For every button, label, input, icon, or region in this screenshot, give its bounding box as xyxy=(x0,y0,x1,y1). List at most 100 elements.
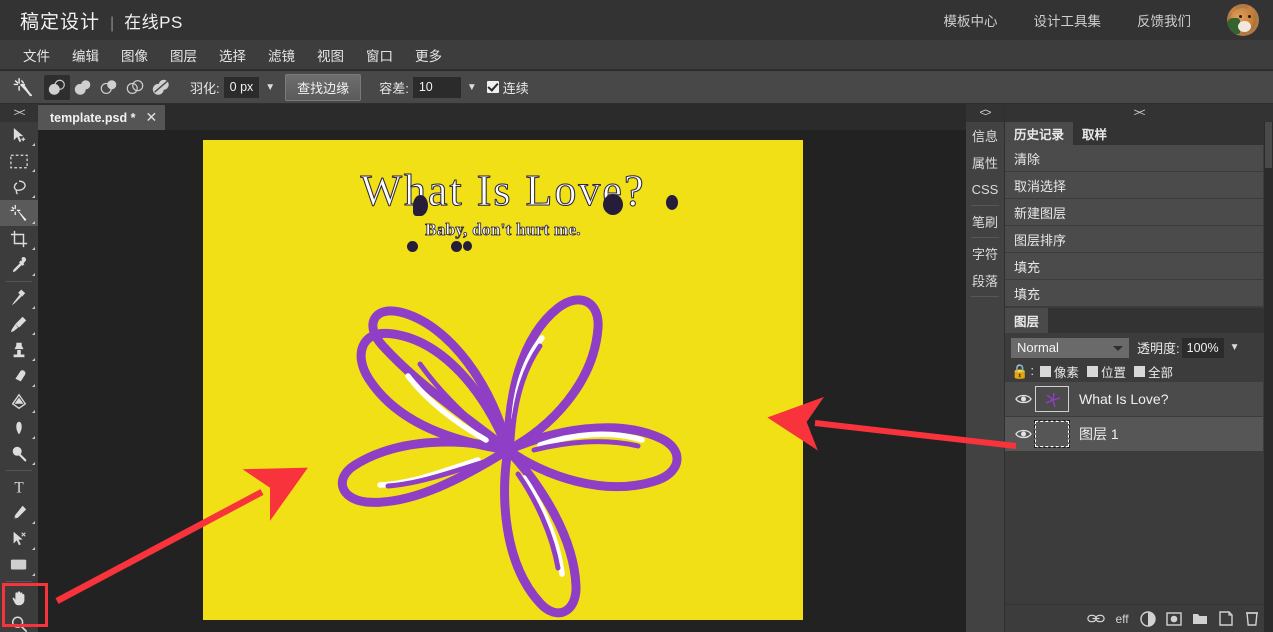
gradient-tool[interactable] xyxy=(0,389,38,415)
shape-tool[interactable] xyxy=(0,552,38,578)
menu-filter[interactable]: 滤镜 xyxy=(257,41,306,69)
menu-view[interactable]: 视图 xyxy=(306,41,355,69)
document-canvas[interactable]: What Is Love? Baby, don't hurt me. xyxy=(203,140,803,620)
tab-history[interactable]: 历史记录 xyxy=(1005,122,1074,145)
lock-all-checkbox[interactable]: 全部 xyxy=(1133,362,1173,381)
selection-mode-subtract[interactable] xyxy=(96,75,122,100)
panel-collapse-button[interactable]: >< xyxy=(1005,104,1273,122)
vertical-tabs-collapse-button[interactable]: <> xyxy=(966,104,1004,122)
feather-dropdown-icon[interactable]: ▼ xyxy=(265,82,275,93)
vtab-properties[interactable]: 属性 xyxy=(966,149,1004,176)
selection-mode-add[interactable] xyxy=(70,75,96,100)
hand-tool[interactable] xyxy=(0,585,38,611)
contiguous-checkbox[interactable]: 连续 xyxy=(486,78,529,97)
menu-more[interactable]: 更多 xyxy=(404,41,453,69)
eraser-tool[interactable] xyxy=(0,363,38,389)
header-link-feedback[interactable]: 反馈我们 xyxy=(1137,10,1191,30)
panel-scrollbar[interactable] xyxy=(1264,122,1273,632)
vtab-paragraph[interactable]: 段落 xyxy=(966,267,1004,294)
header-link-design-toolset[interactable]: 设计工具集 xyxy=(1034,10,1102,30)
tool-options-bar: 羽化: 0 px ▼ 查找边缘 容差: 10 ▼ 连续 xyxy=(0,71,1273,104)
tool-flyout-icon xyxy=(32,169,35,172)
selection-mode-intersect[interactable] xyxy=(122,75,148,100)
link-layers-icon[interactable] xyxy=(1083,608,1109,630)
menu-select[interactable]: 选择 xyxy=(208,41,257,69)
right-dock: <> 信息 属性 CSS 笔刷 字符 段落 >< 历史记录 取样 清除 取消选择… xyxy=(966,104,1273,632)
menu-image[interactable]: 图像 xyxy=(110,41,159,69)
menu-layer[interactable]: 图层 xyxy=(159,41,208,69)
move-tool[interactable] xyxy=(0,122,38,148)
layer-visibility-icon[interactable] xyxy=(1011,428,1035,440)
layer-effects-icon[interactable]: eff xyxy=(1109,608,1135,630)
history-item[interactable]: 填充 xyxy=(1005,253,1263,279)
delete-layer-icon[interactable] xyxy=(1239,608,1265,630)
menu-file[interactable]: 文件 xyxy=(12,41,61,69)
lasso-tool[interactable] xyxy=(0,174,38,200)
new-layer-icon[interactable] xyxy=(1213,608,1239,630)
text-ink-blob xyxy=(451,241,462,252)
blend-mode-select[interactable]: Normal xyxy=(1011,337,1129,358)
vertical-tabs-divider xyxy=(971,205,999,206)
menu-window[interactable]: 窗口 xyxy=(355,41,404,69)
vtab-css[interactable]: CSS xyxy=(966,176,1004,203)
marquee-tool[interactable] xyxy=(0,148,38,174)
magic-wand-tool[interactable] xyxy=(0,200,38,226)
clone-stamp-tool[interactable] xyxy=(0,337,38,363)
tab-layers[interactable]: 图层 xyxy=(1005,308,1049,333)
close-icon[interactable]: ✕ xyxy=(145,109,157,126)
layer-row-layer-1[interactable]: 图层 1 xyxy=(1005,417,1263,451)
type-tool[interactable]: T xyxy=(0,474,38,500)
history-item[interactable]: 填充 xyxy=(1005,280,1263,306)
layer-visibility-icon[interactable] xyxy=(1011,393,1035,405)
layer-thumbnail[interactable] xyxy=(1035,386,1069,412)
history-item[interactable]: 取消选择 xyxy=(1005,172,1263,198)
document-tab-template-psd[interactable]: template.psd * ✕ xyxy=(38,105,167,130)
tool-flyout-icon xyxy=(32,221,35,224)
vtab-brushes[interactable]: 笔刷 xyxy=(966,208,1004,235)
selection-mode-exclude[interactable] xyxy=(148,75,174,100)
vtab-character[interactable]: 字符 xyxy=(966,240,1004,267)
panel-scrollbar-thumb[interactable] xyxy=(1265,122,1272,168)
lock-pixels-checkbox[interactable]: 像素 xyxy=(1039,362,1079,381)
history-item[interactable]: 清除 xyxy=(1005,145,1263,171)
menu-edit[interactable]: 编辑 xyxy=(61,41,110,69)
new-group-icon[interactable] xyxy=(1187,608,1213,630)
feather-label: 羽化: xyxy=(190,80,220,96)
tolerance-dropdown-icon[interactable]: ▼ xyxy=(467,82,477,93)
paint-bucket-tool[interactable] xyxy=(0,415,38,441)
canvas-subtitle: Baby, don't hurt me. xyxy=(425,220,581,240)
selection-mode-new[interactable] xyxy=(44,74,70,100)
brand-subtitle: 在线PS xyxy=(124,12,183,32)
canvas-work-area[interactable]: What Is Love? Baby, don't hurt me. xyxy=(38,130,966,632)
history-item[interactable]: 图层排序 xyxy=(1005,226,1263,252)
tolerance-label: 容差: xyxy=(379,80,409,96)
layer-thumbnail[interactable] xyxy=(1034,420,1070,448)
find-edges-button[interactable]: 查找边缘 xyxy=(285,73,362,101)
opacity-input[interactable]: 100% xyxy=(1181,337,1224,358)
canvas-title: What Is Love? xyxy=(360,166,646,215)
healing-brush-tool[interactable] xyxy=(0,285,38,311)
layer-mask-icon[interactable] xyxy=(1161,608,1187,630)
dodge-tool[interactable] xyxy=(0,441,38,467)
history-item[interactable]: 新建图层 xyxy=(1005,199,1263,225)
path-selection-tool[interactable] xyxy=(0,526,38,552)
magic-wand-icon[interactable] xyxy=(8,75,38,100)
header-link-template-center[interactable]: 模板中心 xyxy=(944,10,998,30)
layer-row-what-is-love[interactable]: What Is Love? xyxy=(1005,382,1263,416)
tab-sampling[interactable]: 取样 xyxy=(1073,122,1117,145)
vtab-info[interactable]: 信息 xyxy=(966,122,1004,149)
toolbar-collapse-button[interactable]: >< xyxy=(0,104,38,122)
zoom-tool[interactable] xyxy=(0,611,38,632)
brush-tool[interactable] xyxy=(0,311,38,337)
avatar[interactable] xyxy=(1227,4,1259,36)
layer-blend-row: Normal 透明度: 100% ▼ xyxy=(1005,335,1273,360)
lock-position-checkbox[interactable]: 位置 xyxy=(1086,362,1126,381)
tolerance-input[interactable]: 10 xyxy=(412,76,461,98)
adjustment-layer-icon[interactable] xyxy=(1135,608,1161,630)
eyedropper-tool[interactable] xyxy=(0,252,38,278)
crop-tool[interactable] xyxy=(0,226,38,252)
opacity-dropdown-icon[interactable]: ▼ xyxy=(1230,342,1240,353)
pen-tool[interactable] xyxy=(0,500,38,526)
contiguous-label: 连续 xyxy=(502,80,529,96)
feather-input[interactable]: 0 px xyxy=(223,76,260,98)
